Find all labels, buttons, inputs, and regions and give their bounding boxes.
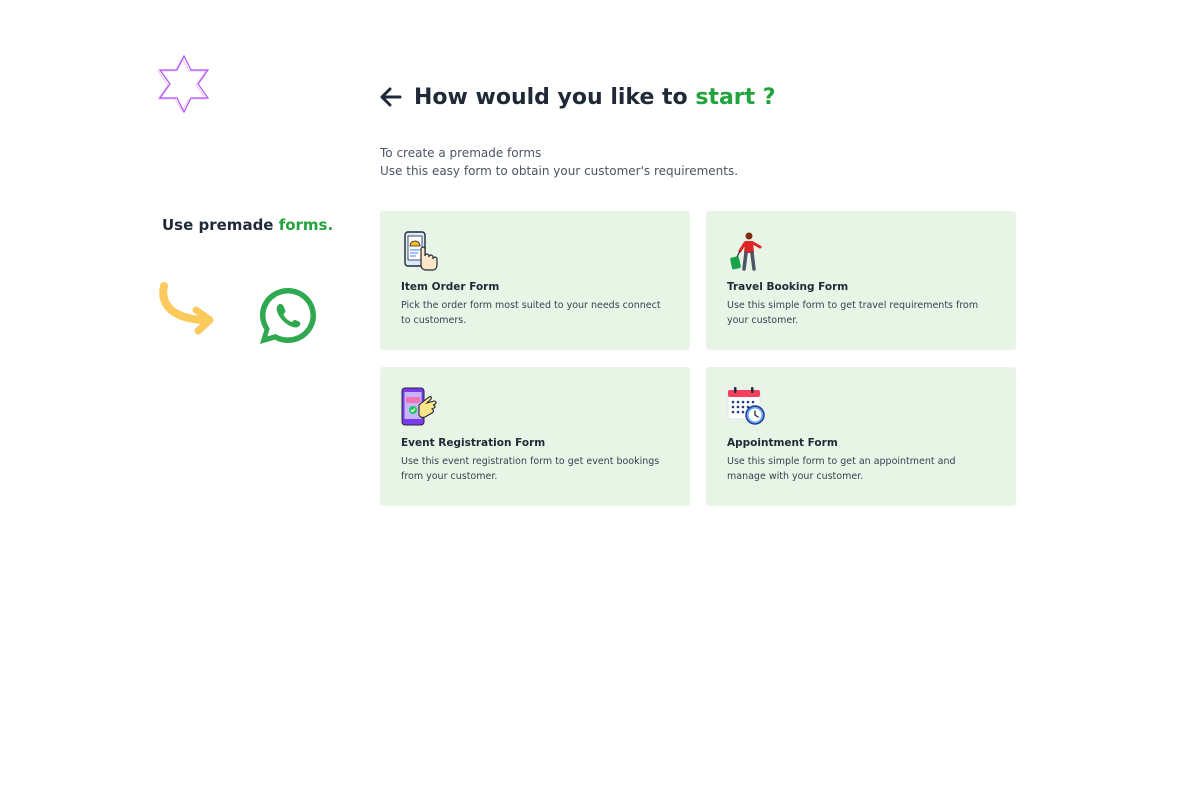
sidebar-tagline: Use premade forms.	[162, 216, 333, 234]
card-title: Appointment Form	[727, 437, 838, 449]
card-appointment-form[interactable]: Appointment Form Use this simple form to…	[706, 367, 1016, 506]
subtitle-line-2: Use this easy form to obtain your custom…	[380, 164, 739, 178]
card-title: Event Registration Form	[401, 437, 546, 449]
card-description: Pick the order form most suited to your …	[401, 300, 661, 326]
title-text: How would you like to	[414, 84, 696, 110]
card-description: Use this simple form to get travel requi…	[727, 300, 979, 326]
tagline-accent: forms.	[278, 216, 334, 234]
card-event-registration-form[interactable]: Event Registration Form Use this event r…	[380, 367, 690, 506]
subtitle-line-1: To create a premade forms	[380, 146, 542, 160]
card-travel-booking-form[interactable]: Travel Booking Form Use this simple form…	[706, 211, 1016, 350]
title-accent: start ?	[695, 84, 776, 110]
page: Use premade forms. How would you like to…	[0, 0, 1200, 800]
tagline-text: Use premade	[162, 216, 279, 234]
calendar-clock-icon	[727, 387, 765, 425]
phone-order-icon	[404, 231, 438, 271]
card-description: Use this event registration form to get …	[401, 456, 660, 482]
page-header: How would you like to start ?	[378, 84, 776, 110]
card-description: Use this simple form to get an appointme…	[727, 456, 956, 482]
whatsapp-icon	[260, 288, 316, 344]
page-subtitle: To create a premade forms Use this easy …	[380, 144, 738, 180]
star-logo-icon	[157, 54, 210, 114]
card-title: Travel Booking Form	[727, 281, 849, 293]
back-button[interactable]	[378, 84, 404, 110]
arrow-left-icon	[380, 87, 402, 107]
curved-arrow-icon	[159, 282, 214, 335]
card-item-order-form[interactable]: Item Order Form Pick the order form most…	[380, 211, 690, 350]
card-title: Item Order Form	[401, 281, 500, 293]
ticket-phone-icon	[401, 387, 437, 426]
traveler-icon	[730, 232, 762, 271]
page-title: How would you like to start ?	[414, 85, 776, 110]
